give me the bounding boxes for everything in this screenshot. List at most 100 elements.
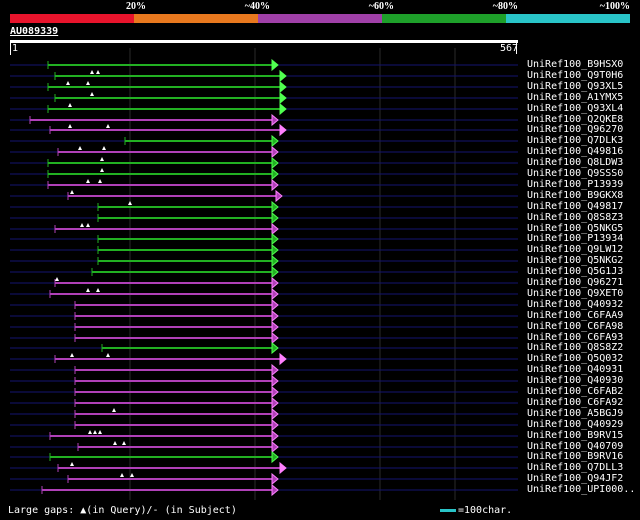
scale-legend: =100char. (440, 505, 512, 517)
hit-label-link[interactable]: UniRef100_Q49816 (527, 146, 623, 157)
hit-arrow-head (279, 80, 287, 94)
query-gap-marker (98, 430, 102, 434)
hit-arrow-head (271, 341, 279, 355)
hit-arrow-head (271, 178, 279, 192)
hit-label-link[interactable]: UniRef100_UPI000.. (527, 484, 635, 495)
hit-label-link[interactable]: UniRef100_B9HSX0 (527, 59, 623, 70)
hit-arrow-head (271, 232, 279, 246)
hit-label-link[interactable]: UniRef100_Q93XL5 (527, 81, 623, 92)
hit-label-link[interactable]: UniRef100_C6FA98 (527, 321, 623, 332)
hit-arrow-head (279, 461, 287, 475)
hit-label-link[interactable]: UniRef100_Q96270 (527, 124, 623, 135)
query-gap-label: (in Query)/ (86, 505, 153, 516)
query-gap-marker (93, 430, 97, 434)
hit-label-link[interactable]: UniRef100_Q7DLK3 (527, 135, 623, 146)
query-gap-marker (90, 92, 94, 96)
hit-label-link[interactable]: UniRef100_B9GKX8 (527, 190, 623, 201)
hit-label-link[interactable]: UniRef100_Q40932 (527, 299, 623, 310)
hit-label-link[interactable]: UniRef100_P13934 (527, 233, 623, 244)
query-gap-marker (68, 103, 72, 107)
hit-arrow-head (271, 167, 279, 181)
hit-arrow-head (271, 385, 279, 399)
hit-label-link[interactable]: UniRef100_A1YMX5 (527, 92, 623, 103)
subject-gap-label: (in Subject) (164, 505, 237, 516)
hit-arrow-head (271, 374, 279, 388)
query-gap-marker (66, 81, 70, 85)
subject-gap-marker-icon: - (152, 505, 159, 516)
query-gap-marker (96, 288, 100, 292)
query-gap-marker (130, 473, 134, 477)
hit-label-link[interactable]: UniRef100_Q9SSS0 (527, 168, 623, 179)
query-gap-marker (55, 277, 59, 281)
hit-label-link[interactable]: UniRef100_Q8S8Z2 (527, 342, 623, 353)
hit-label-link[interactable]: UniRef100_Q49817 (527, 201, 623, 212)
query-gap-marker (86, 288, 90, 292)
hit-arrow-head (271, 134, 279, 148)
query-gap-marker (78, 146, 82, 150)
hit-label-link[interactable]: UniRef100_B9RV16 (527, 451, 623, 462)
hit-label-link[interactable]: UniRef100_Q96271 (527, 277, 623, 288)
hit-arrow-head (271, 298, 279, 312)
hit-arrow-head (271, 58, 279, 72)
query-gap-marker (112, 408, 116, 412)
hit-label-link[interactable]: UniRef100_Q7DLL3 (527, 462, 623, 473)
hit-arrow-head (271, 254, 279, 268)
hit-label-link[interactable]: UniRef100_A5BGJ9 (527, 408, 623, 419)
query-gap-marker (120, 473, 124, 477)
large-gaps-label: Large gaps: (8, 505, 75, 516)
hit-label-link[interactable]: UniRef100_Q9T0H6 (527, 70, 623, 81)
hit-label-link[interactable]: UniRef100_Q93XL4 (527, 103, 623, 114)
query-gap-marker (96, 70, 100, 74)
hit-label-link[interactable]: UniRef100_Q9LW12 (527, 244, 623, 255)
hit-label-link[interactable]: UniRef100_Q94JF2 (527, 473, 623, 484)
hit-label-link[interactable]: UniRef100_Q40929 (527, 419, 623, 430)
query-gap-marker (100, 157, 104, 161)
query-gap-marker (80, 223, 84, 227)
hit-label-link[interactable]: UniRef100_C6FA92 (527, 397, 623, 408)
hit-label-link[interactable]: UniRef100_Q8S8Z3 (527, 212, 623, 223)
hit-arrow-head (271, 363, 279, 377)
hit-arrow-head (271, 320, 279, 334)
query-gap-marker (100, 168, 104, 172)
footer-legend: Large gaps: ▲(in Query)/- (in Subject) (8, 505, 237, 517)
query-gap-marker (128, 201, 132, 205)
hit-arrow-head (271, 265, 279, 279)
query-gap-marker (86, 223, 90, 227)
hit-arrow-head (271, 396, 279, 410)
hit-arrow-head (271, 222, 279, 236)
hit-label-link[interactable]: UniRef100_P13939 (527, 179, 623, 190)
hit-label-link[interactable]: UniRef100_B9RV15 (527, 430, 623, 441)
hit-arrow-head (279, 352, 287, 366)
hit-arrow-head (271, 211, 279, 225)
hit-arrow-head (271, 113, 279, 127)
query-gap-marker (86, 81, 90, 85)
query-gap-marker (68, 124, 72, 128)
hit-arrow-head (271, 407, 279, 421)
hit-label-link[interactable]: UniRef100_Q40931 (527, 364, 623, 375)
query-gap-marker (102, 146, 106, 150)
hit-label-link[interactable]: UniRef100_C6FAB2 (527, 386, 623, 397)
hit-label-link[interactable]: UniRef100_Q5Q032 (527, 353, 623, 364)
hit-label-link[interactable]: UniRef100_Q5NKG2 (527, 255, 623, 266)
query-gap-marker (98, 179, 102, 183)
hit-label-link[interactable]: UniRef100_Q5G1J3 (527, 266, 623, 277)
scale-bar-icon (440, 508, 456, 512)
hit-arrow-head (271, 309, 279, 323)
hit-label-link[interactable]: UniRef100_Q40930 (527, 375, 623, 386)
hit-arrow-head (271, 450, 279, 464)
query-gap-marker (122, 441, 126, 445)
hit-arrow-head (275, 189, 283, 203)
query-gap-marker (88, 430, 92, 434)
hit-arrow-head (271, 200, 279, 214)
hit-label-link[interactable]: UniRef100_C6FAA9 (527, 310, 623, 321)
query-gap-marker (106, 353, 110, 357)
hit-arrow-head (271, 243, 279, 257)
hit-arrow-head (271, 429, 279, 443)
hit-arrow-head (271, 331, 279, 345)
hit-label-link[interactable]: UniRef100_Q8LDW3 (527, 157, 623, 168)
hit-label-link[interactable]: UniRef100_Q9XET0 (527, 288, 623, 299)
query-gap-marker (90, 70, 94, 74)
hit-arrow-head (271, 287, 279, 301)
hit-arrow-head (271, 483, 279, 497)
hit-arrow-head (271, 418, 279, 432)
